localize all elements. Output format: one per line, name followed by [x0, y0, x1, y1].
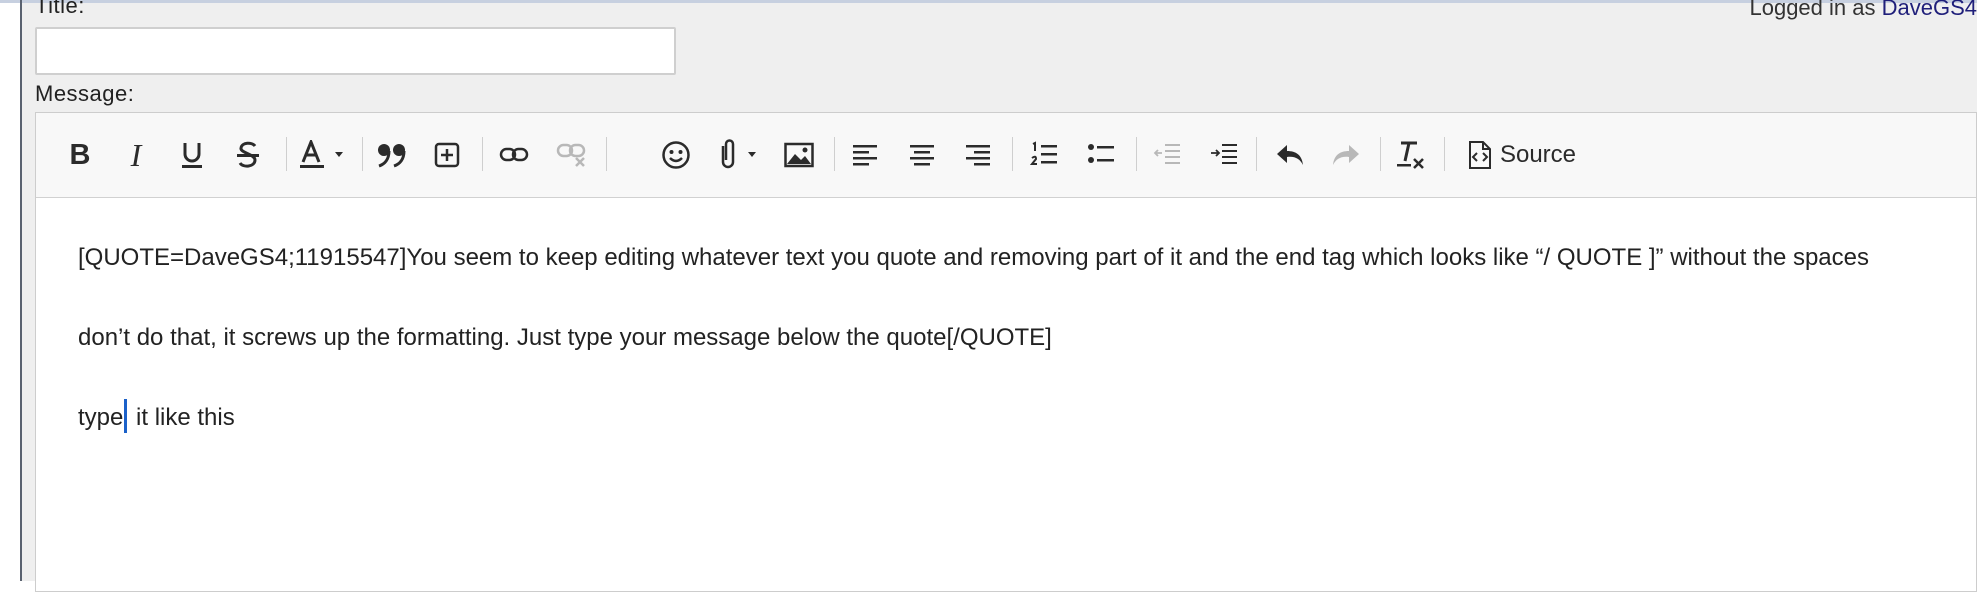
link-button[interactable] [496, 134, 532, 176]
align-center-icon [910, 145, 934, 166]
text-color-icon [300, 140, 343, 168]
indent-icon [1211, 144, 1237, 164]
toolbar-separator [1136, 137, 1137, 171]
align-left-icon [853, 145, 877, 166]
editor-paragraph: type it like this [78, 398, 1938, 438]
toolbar-separator [362, 137, 363, 171]
italic-button[interactable]: I [120, 134, 152, 176]
plus-box-icon [434, 142, 460, 168]
blockquote-button[interactable] [374, 134, 410, 176]
numbered-list-icon [1030, 141, 1057, 165]
image-icon [784, 142, 814, 168]
text-color-button[interactable] [298, 134, 348, 176]
empty-line [78, 278, 1938, 318]
logged-in-prefix: Logged in as [1749, 0, 1876, 20]
toolbar-separator [1444, 137, 1445, 171]
indent-button[interactable] [1208, 134, 1240, 176]
empty-line [78, 358, 1938, 398]
align-right-icon [966, 145, 990, 166]
paperclip-icon [721, 139, 756, 169]
align-right-button[interactable] [962, 134, 994, 176]
toolbar-separator [286, 137, 287, 171]
redo-button[interactable] [1328, 134, 1364, 176]
source-button[interactable]: Source [1456, 134, 1588, 176]
outdent-icon [1153, 144, 1180, 164]
toolbar-separator [834, 137, 835, 171]
underline-button[interactable] [176, 134, 208, 176]
rich-text-editor: B I Source [QUOTE=DaveGS4;11915547]You s… [35, 112, 1977, 592]
bold-button[interactable]: B [64, 134, 96, 176]
editor-content[interactable]: [QUOTE=DaveGS4;11915547]You seem to keep… [78, 238, 1938, 438]
username-link[interactable]: DaveGS4 [1882, 0, 1977, 20]
clear-formatting-icon [1397, 141, 1424, 169]
source-code-icon [1468, 141, 1491, 169]
numbered-list-button[interactable] [1028, 134, 1060, 176]
undo-icon [1277, 145, 1303, 165]
editor-paragraph: don’t do that, it screws up the formatti… [78, 324, 1052, 351]
bulleted-list-button[interactable] [1085, 134, 1117, 176]
toolbar-separator [1256, 137, 1257, 171]
unlink-icon [556, 143, 586, 167]
insert-table-button[interactable] [431, 134, 463, 176]
outdent-button[interactable] [1151, 134, 1183, 176]
logged-in-status: Logged in as DaveGS4 [1749, 0, 1977, 21]
title-input[interactable] [35, 27, 676, 75]
post-form: Title: Logged in as DaveGS4 Message: B I [22, 0, 1977, 592]
link-icon [499, 147, 529, 162]
italic-icon: I [130, 136, 142, 173]
underline-icon [182, 143, 202, 168]
text-before-caret: type [78, 404, 124, 431]
editor-toolbar: B I Source [36, 113, 1976, 198]
remove-format-button[interactable] [1393, 134, 1429, 176]
undo-button[interactable] [1272, 134, 1308, 176]
strikethrough-icon [237, 141, 259, 168]
image-button[interactable] [781, 134, 817, 176]
strikethrough-button[interactable] [232, 134, 264, 176]
text-after-caret: it like this [129, 404, 235, 431]
quote-icon [378, 144, 406, 168]
text-caret [124, 399, 128, 433]
bold-icon: B [69, 138, 91, 171]
smiley-icon [662, 141, 690, 169]
message-label: Message: [35, 81, 135, 106]
toolbar-separator [606, 137, 607, 171]
toolbar-separator [1380, 137, 1381, 171]
editor-paragraph: [QUOTE=DaveGS4;11915547]You seem to keep… [78, 244, 1869, 271]
toolbar-separator [1012, 137, 1013, 171]
align-left-button[interactable] [849, 134, 881, 176]
toolbar-separator [482, 137, 483, 171]
source-label: Source [1499, 141, 1577, 168]
emoji-button[interactable] [658, 134, 694, 176]
unlink-button[interactable] [554, 134, 590, 176]
bulleted-list-icon [1088, 144, 1114, 163]
title-label: Title: [35, 0, 85, 18]
align-center-button[interactable] [906, 134, 938, 176]
attachment-button[interactable] [712, 134, 762, 176]
redo-icon [1333, 145, 1359, 165]
